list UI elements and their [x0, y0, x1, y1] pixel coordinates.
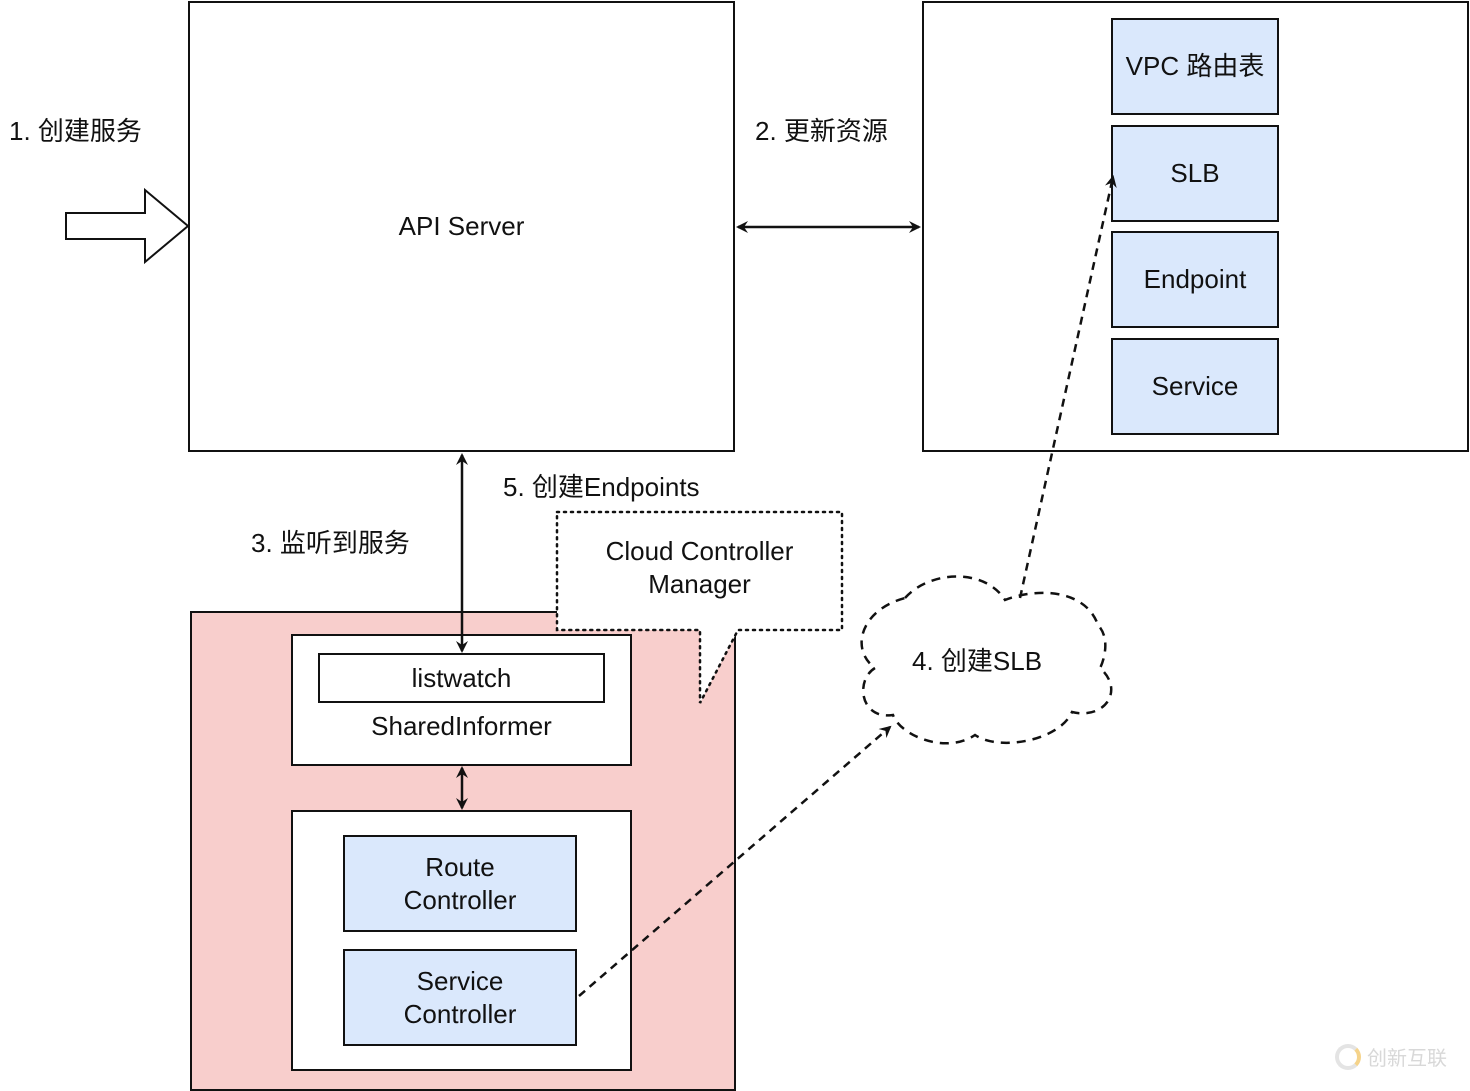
service-controller-line1: Service: [416, 965, 504, 996]
step4-label: 4. 创建SLB: [912, 646, 1043, 676]
listwatch-box[interactable]: listwatch: [318, 653, 605, 703]
endpoint-box[interactable]: Endpoint: [1111, 231, 1279, 328]
route-controller-box[interactable]: Route Controller: [343, 835, 577, 932]
vpc-route-table-label: VPC 路由表: [1125, 51, 1265, 81]
service-box[interactable]: Service: [1111, 338, 1279, 435]
route-controller-line1: Route: [425, 851, 495, 882]
step3-label: 3. 监听到服务: [251, 528, 410, 558]
slb-label: SLB: [1170, 158, 1220, 188]
watermark-text: 创新互联: [1367, 1048, 1447, 1070]
shared-informer-label: SharedInformer: [371, 711, 552, 741]
step1-label: 1. 创建服务: [9, 116, 142, 146]
vpc-route-table-box[interactable]: VPC 路由表: [1111, 18, 1279, 115]
ccm-callout-line2: Manager: [648, 569, 751, 599]
watermark: 创新互联: [1335, 1042, 1447, 1071]
input-arrow-icon: [65, 187, 190, 265]
ccm-callout-text: Cloud Controller Manager: [557, 535, 842, 601]
api-server-label: API Server: [398, 211, 525, 241]
route-controller-line2: Controller: [403, 884, 517, 915]
ccm-callout-line1: Cloud Controller: [605, 536, 794, 566]
watermark-logo-icon: [1335, 1043, 1361, 1070]
service-label: Service: [1151, 371, 1239, 401]
slb-box[interactable]: SLB: [1111, 125, 1279, 222]
service-controller-line2: Controller: [403, 998, 517, 1029]
endpoint-label: Endpoint: [1143, 264, 1247, 294]
api-server-box[interactable]: API Server: [188, 1, 735, 452]
step5-label: 5. 创建Endpoints: [503, 472, 700, 502]
listwatch-label: listwatch: [411, 662, 512, 693]
service-controller-box[interactable]: Service Controller: [343, 949, 577, 1046]
step2-label: 2. 更新资源: [755, 116, 888, 146]
